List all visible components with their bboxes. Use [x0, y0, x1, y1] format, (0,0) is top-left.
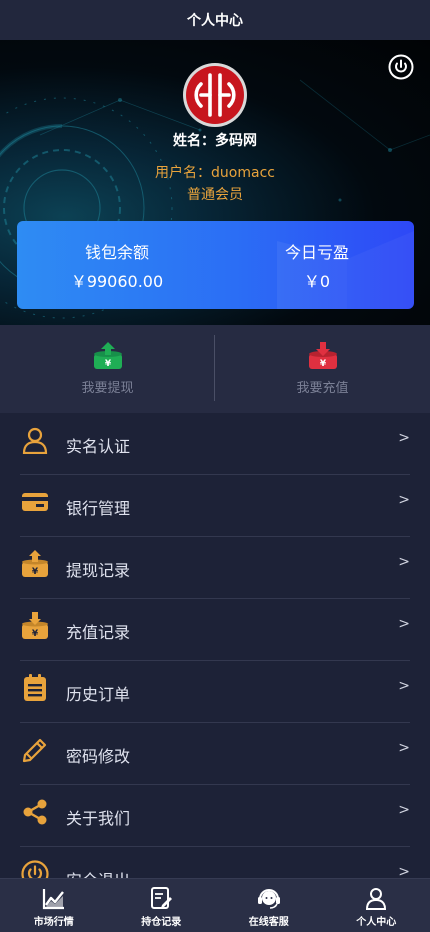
person-icon — [22, 427, 48, 454]
today-pnl-value: ￥0 — [303, 271, 331, 291]
withdraw-button[interactable]: ¥ 我要提现 — [0, 325, 215, 413]
app-root: 个人中心 姓名：多码网 用户名：duomacc 普通会员 钱包余额 ￥99060… — [0, 0, 430, 932]
menu-item-label: 密码修改 — [66, 747, 131, 766]
svg-text:¥: ¥ — [32, 629, 39, 639]
today-pnl: 今日亏盈 ￥0 — [232, 221, 402, 309]
tab-label: 个人中心 — [356, 917, 397, 928]
power-icon — [21, 860, 49, 878]
wallet-balance-label: 钱包余额 — [84, 242, 149, 262]
orders-icon — [24, 674, 46, 701]
chevron-right-icon: > — [398, 430, 410, 446]
wallet-balance: 钱包余额 ￥99060.00 — [17, 221, 217, 309]
profile-username: 用户名：duomacc — [155, 165, 275, 181]
chevron-right-icon: > — [398, 802, 410, 818]
pencil-icon — [22, 738, 47, 763]
title-bar: 个人中心 — [0, 0, 430, 40]
tab-positions[interactable]: 持仓记录 — [108, 879, 216, 932]
logout-power-icon[interactable] — [388, 54, 414, 80]
chevron-right-icon: > — [398, 616, 410, 632]
chevron-right-icon: > — [398, 492, 410, 508]
withdraw-label: 我要提现 — [81, 381, 134, 396]
menu-item-change-password[interactable]: 密码修改 > — [0, 723, 430, 785]
withdraw-icon: ¥ — [93, 342, 122, 369]
profile-banner: 姓名：多码网 用户名：duomacc 普通会员 钱包余额 ￥99060.00 今… — [0, 40, 430, 325]
tab-market[interactable]: 市场行情 — [0, 879, 108, 932]
tab-label: 在线客服 — [248, 917, 289, 928]
wallet-balance-value: ￥99060.00 — [70, 271, 164, 291]
bank-card-icon — [22, 493, 48, 511]
page-title: 个人中心 — [187, 13, 243, 29]
bottom-tab-bar: 市场行情 持仓记录 在线客服 个人中心 — [0, 878, 430, 932]
menu-item-withdraw-records[interactable]: ¥ 提现记录 > — [0, 537, 430, 599]
recharge-icon: ¥ — [22, 612, 48, 639]
menu-item-bank[interactable]: 银行管理 > — [0, 475, 430, 537]
recharge-label: 我要充值 — [296, 381, 349, 396]
share-icon — [23, 799, 47, 825]
svg-text:¥: ¥ — [319, 359, 326, 369]
headset-icon — [257, 889, 280, 909]
quick-actions: ¥ 我要提现 ¥ 我要充值 — [0, 325, 430, 413]
user-icon — [366, 888, 387, 910]
chevron-right-icon: > — [398, 864, 410, 878]
chart-icon — [42, 889, 64, 910]
wallet-card: 钱包余额 ￥99060.00 今日亏盈 ￥0 — [17, 221, 414, 309]
withdraw-icon: ¥ — [22, 550, 48, 577]
menu-item-label: 实名认证 — [66, 437, 131, 456]
recharge-button[interactable]: ¥ 我要充值 — [215, 325, 430, 413]
tab-label: 持仓记录 — [141, 917, 182, 928]
menu-item-label: 历史订单 — [66, 685, 131, 704]
avatar[interactable] — [182, 62, 248, 128]
tab-profile[interactable]: 个人中心 — [323, 879, 430, 932]
tab-customer-service[interactable]: 在线客服 — [215, 879, 323, 932]
svg-text:¥: ¥ — [32, 567, 39, 577]
recharge-icon: ¥ — [308, 342, 337, 369]
membership-level: 普通会员 — [187, 187, 243, 203]
edit-list-icon — [151, 887, 173, 909]
svg-text:¥: ¥ — [104, 359, 111, 369]
chevron-right-icon: > — [398, 554, 410, 570]
menu-item-logout[interactable]: 安全退出 > — [0, 847, 430, 878]
menu-item-about-us[interactable]: 关于我们 > — [0, 785, 430, 847]
profile-name: 姓名：多码网 — [173, 133, 257, 149]
chevron-right-icon: > — [398, 678, 410, 694]
menu-item-label: 安全退出 — [66, 867, 130, 878]
menu-item-label: 银行管理 — [66, 499, 131, 518]
menu-item-label: 提现记录 — [66, 561, 131, 580]
menu-item-history-orders[interactable]: 历史订单 > — [0, 661, 430, 723]
menu-item-label: 充值记录 — [66, 623, 131, 642]
tab-label: 市场行情 — [33, 917, 74, 928]
today-pnl-label: 今日亏盈 — [284, 242, 349, 262]
menu-item-verification[interactable]: 实名认证 > — [0, 413, 430, 475]
menu-list: 实名认证 > 银行管理 > ¥ 提现记录 > ¥ 充值记录 > 历史订单 > 密… — [0, 413, 430, 878]
chevron-right-icon: > — [398, 740, 410, 756]
menu-item-recharge-records[interactable]: ¥ 充值记录 > — [0, 599, 430, 661]
menu-item-label: 关于我们 — [66, 809, 131, 828]
